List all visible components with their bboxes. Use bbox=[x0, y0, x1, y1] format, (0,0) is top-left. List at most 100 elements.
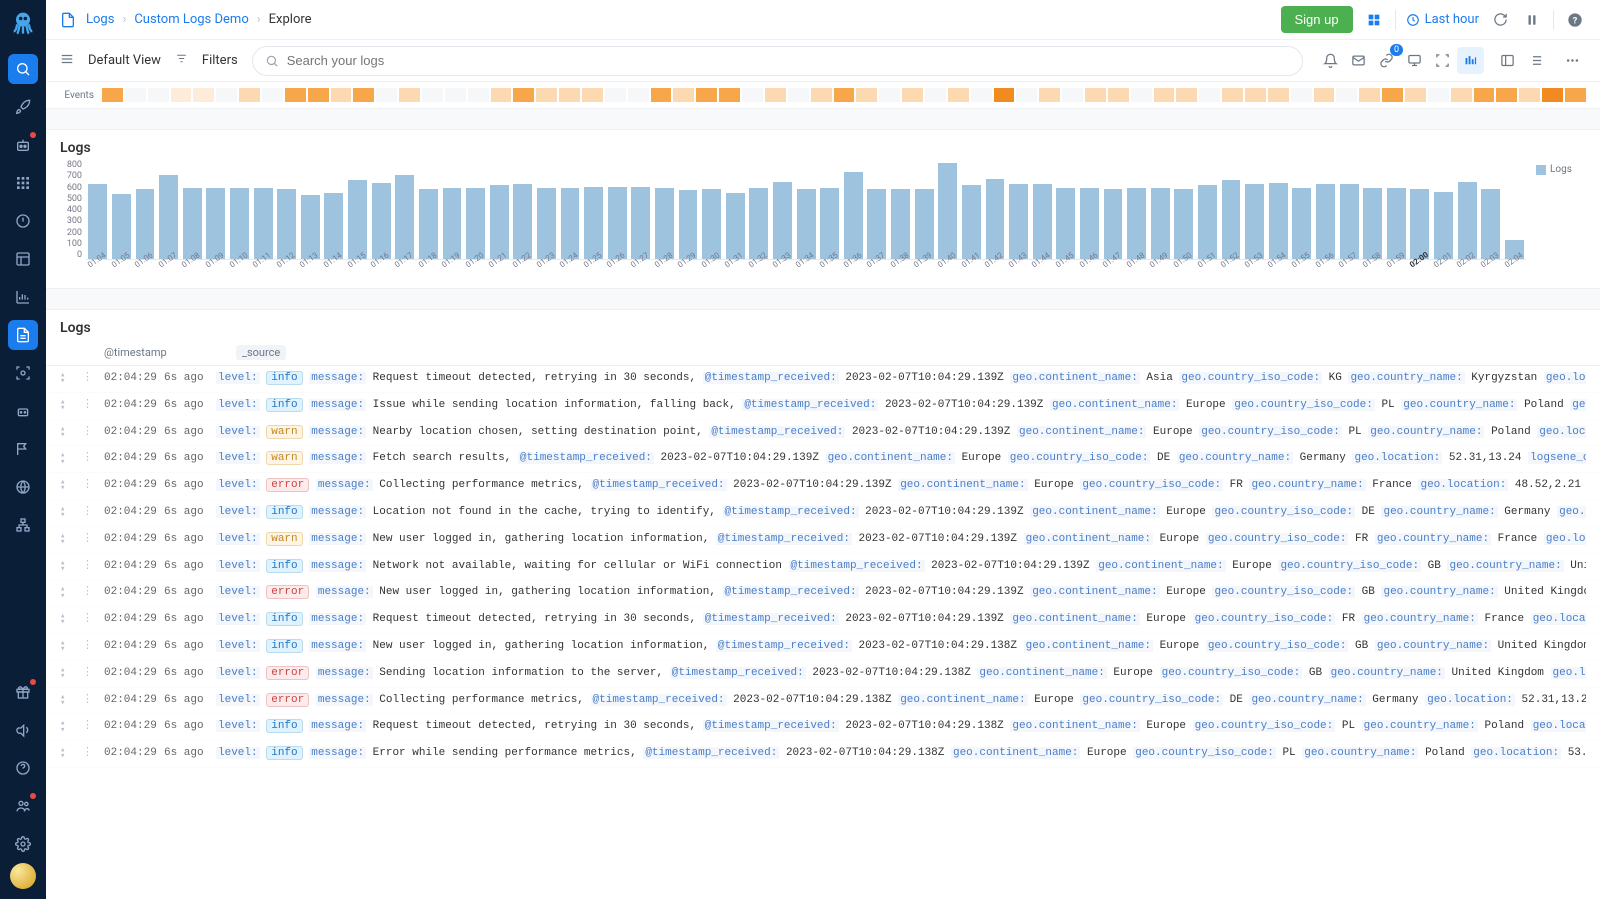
log-row[interactable]: ▴▾⋮02:04:296s agolevel: info message: Ne… bbox=[46, 634, 1600, 661]
chart-bar[interactable] bbox=[1009, 184, 1028, 259]
nav-announce[interactable] bbox=[8, 715, 38, 745]
log-row[interactable]: ▴▾⋮02:04:296s agolevel: info message: Lo… bbox=[46, 500, 1600, 527]
row-menu-icon[interactable]: ⋮ bbox=[82, 449, 94, 469]
chart-bar[interactable] bbox=[702, 189, 721, 259]
row-menu-icon[interactable]: ⋮ bbox=[82, 369, 94, 389]
heat-cell[interactable] bbox=[445, 88, 466, 102]
expand-icon[interactable]: ▴▾ bbox=[60, 369, 72, 385]
chart-bar[interactable] bbox=[1340, 184, 1359, 259]
chart-bar[interactable] bbox=[749, 188, 768, 259]
nav-logs[interactable] bbox=[8, 320, 38, 350]
chart-bar[interactable] bbox=[88, 184, 107, 259]
nav-sitemap[interactable] bbox=[8, 510, 38, 540]
heat-cell[interactable] bbox=[376, 88, 397, 102]
chart-bar[interactable] bbox=[986, 179, 1005, 259]
apps-icon[interactable] bbox=[1363, 9, 1385, 31]
more-icon[interactable] bbox=[1559, 47, 1586, 74]
filters-button[interactable]: Filters bbox=[202, 53, 238, 68]
row-menu-icon[interactable]: ⋮ bbox=[82, 503, 94, 523]
chart-bar[interactable] bbox=[254, 188, 273, 259]
expand-icon[interactable]: ▴▾ bbox=[60, 691, 72, 707]
expand-icon[interactable] bbox=[1429, 47, 1456, 74]
heat-cell[interactable] bbox=[1382, 88, 1403, 102]
expand-icon[interactable]: ▴▾ bbox=[60, 557, 72, 573]
heat-cell[interactable] bbox=[1314, 88, 1335, 102]
heat-cell[interactable] bbox=[1336, 88, 1357, 102]
row-menu-icon[interactable]: ⋮ bbox=[82, 610, 94, 630]
heat-cell[interactable] bbox=[102, 88, 123, 102]
heat-cell[interactable] bbox=[331, 88, 352, 102]
heat-cell[interactable] bbox=[353, 88, 374, 102]
chart-bar[interactable] bbox=[867, 189, 886, 259]
heat-cell[interactable] bbox=[308, 88, 329, 102]
row-menu-icon[interactable]: ⋮ bbox=[82, 637, 94, 657]
chart-bar[interactable] bbox=[1316, 184, 1335, 259]
chart-bar[interactable] bbox=[1104, 189, 1123, 259]
chart-bar[interactable] bbox=[891, 189, 910, 259]
search-box[interactable] bbox=[252, 46, 1303, 76]
heat-cell[interactable] bbox=[285, 88, 306, 102]
heat-cell[interactable] bbox=[719, 88, 740, 102]
logs-chart[interactable]: 8007006005004003002001000 01:0401:0501:0… bbox=[46, 160, 1600, 288]
heat-cell[interactable] bbox=[513, 88, 534, 102]
chart-bar[interactable] bbox=[419, 189, 438, 259]
nav-rocket[interactable] bbox=[8, 92, 38, 122]
heat-cell[interactable] bbox=[1176, 88, 1197, 102]
breadcrumb-logs[interactable]: Logs bbox=[86, 12, 114, 27]
log-row[interactable]: ▴▾⋮02:04:296s agolevel: info message: Re… bbox=[46, 714, 1600, 741]
chart-bar[interactable] bbox=[1151, 188, 1170, 259]
link-icon[interactable]: 0 bbox=[1373, 47, 1400, 74]
row-menu-icon[interactable]: ⋮ bbox=[82, 396, 94, 416]
expand-icon[interactable]: ▴▾ bbox=[60, 396, 72, 412]
heat-cell[interactable] bbox=[468, 88, 489, 102]
heat-cell[interactable] bbox=[948, 88, 969, 102]
expand-icon[interactable]: ▴▾ bbox=[60, 744, 72, 760]
log-row[interactable]: ▴▾⋮02:04:296s agolevel: info message: Er… bbox=[46, 741, 1600, 768]
heat-cell[interactable] bbox=[971, 88, 992, 102]
chart-bar[interactable] bbox=[490, 185, 509, 259]
heat-cell[interactable] bbox=[1108, 88, 1129, 102]
chart-bar[interactable] bbox=[395, 175, 414, 259]
nav-dashboard[interactable] bbox=[8, 244, 38, 274]
pause-icon[interactable] bbox=[1521, 9, 1543, 31]
heat-cell[interactable] bbox=[742, 88, 763, 102]
log-row[interactable]: ▴▾⋮02:04:296s agolevel: warn message: Ne… bbox=[46, 420, 1600, 447]
chart-bar[interactable] bbox=[820, 188, 839, 259]
chart-bar[interactable] bbox=[631, 187, 650, 260]
chart-bar[interactable] bbox=[136, 189, 155, 259]
filter-icon[interactable] bbox=[175, 52, 188, 69]
row-menu-icon[interactable]: ⋮ bbox=[82, 530, 94, 550]
nav-chart[interactable] bbox=[8, 282, 38, 312]
row-menu-icon[interactable]: ⋮ bbox=[82, 691, 94, 711]
chart-bar[interactable] bbox=[679, 190, 698, 259]
chart-bar[interactable] bbox=[1363, 188, 1382, 259]
row-menu-icon[interactable]: ⋮ bbox=[82, 423, 94, 443]
log-row[interactable]: ▴▾⋮02:04:296s agolevel: error message: C… bbox=[46, 688, 1600, 715]
app-logo[interactable] bbox=[9, 8, 37, 36]
chart-bar[interactable] bbox=[1245, 184, 1264, 259]
menu-icon[interactable] bbox=[60, 52, 74, 70]
heat-cell[interactable] bbox=[1062, 88, 1083, 102]
heat-cell[interactable] bbox=[239, 88, 260, 102]
nav-search[interactable] bbox=[8, 54, 38, 84]
heat-cell[interactable] bbox=[994, 88, 1015, 102]
heat-cell[interactable] bbox=[811, 88, 832, 102]
heat-cell[interactable] bbox=[1474, 88, 1495, 102]
heat-cell[interactable] bbox=[536, 88, 557, 102]
expand-icon[interactable]: ▴▾ bbox=[60, 610, 72, 626]
chart-bar[interactable] bbox=[1174, 189, 1193, 259]
signup-button[interactable]: Sign up bbox=[1281, 6, 1353, 33]
chart-bar[interactable] bbox=[1080, 188, 1099, 259]
chart-bar[interactable] bbox=[773, 182, 792, 260]
time-range-picker[interactable]: Last hour bbox=[1406, 12, 1479, 27]
heat-cell[interactable] bbox=[1085, 88, 1106, 102]
row-menu-icon[interactable]: ⋮ bbox=[82, 583, 94, 603]
heat-cell[interactable] bbox=[902, 88, 923, 102]
heat-cell[interactable] bbox=[1359, 88, 1380, 102]
chart-bar[interactable] bbox=[1222, 180, 1241, 259]
nav-alert[interactable] bbox=[8, 206, 38, 236]
search-input[interactable] bbox=[287, 53, 1290, 68]
refresh-icon[interactable] bbox=[1489, 9, 1511, 31]
heat-cell[interactable] bbox=[879, 88, 900, 102]
log-row[interactable]: ▴▾⋮02:04:296s agolevel: info message: Re… bbox=[46, 607, 1600, 634]
